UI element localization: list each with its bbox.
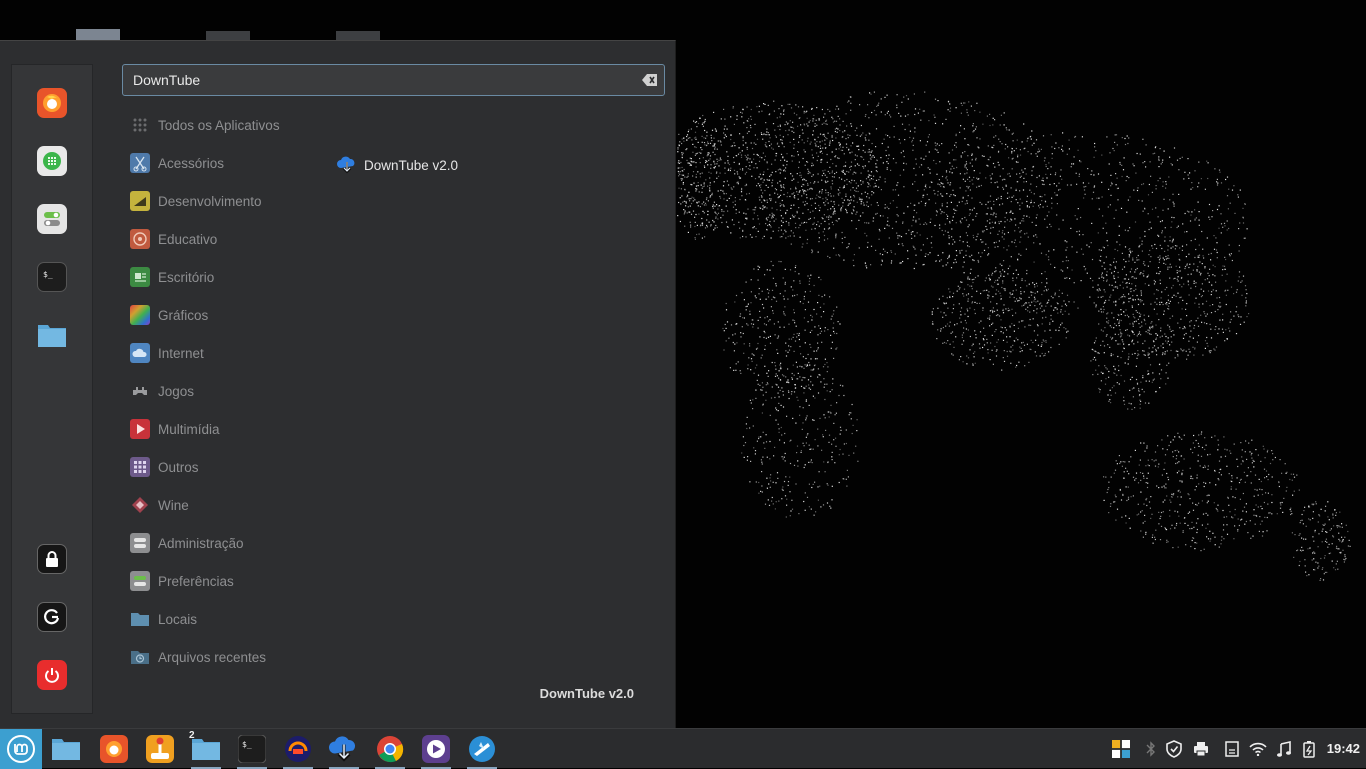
graphics-icon [130, 305, 150, 325]
category-label: Jogos [158, 383, 195, 399]
mint-logo-icon [7, 735, 35, 763]
folder-icon [130, 609, 150, 629]
category-other[interactable]: Outros [130, 454, 199, 480]
category-games[interactable]: Jogos [130, 378, 194, 404]
category-education[interactable]: Educativo [130, 226, 217, 252]
category-label: Administração [158, 535, 244, 551]
lock-icon[interactable] [37, 544, 67, 574]
taskbar-panel: 2 $_ 19:42 [0, 728, 1366, 769]
media-player-icon [422, 735, 450, 763]
recent-folder-icon [130, 647, 150, 667]
audacity-icon [285, 736, 311, 762]
category-label: Escritório [158, 269, 215, 285]
category-label: Gráficos [158, 307, 209, 323]
files-icon [52, 739, 80, 760]
terminal-icon[interactable]: $_ [37, 262, 67, 292]
gamepad-icon [130, 381, 150, 401]
other-icon [130, 457, 150, 477]
taskbar-terminal[interactable]: $_ [236, 733, 268, 769]
calculator-icon[interactable] [37, 146, 67, 176]
favorites-sidebar: $_ [11, 64, 93, 714]
category-all-applications[interactable]: Todos os Aplicativos [130, 112, 280, 138]
taskbar-firefox[interactable] [98, 733, 130, 765]
category-label: Internet [158, 345, 204, 361]
category-development[interactable]: Desenvolvimento [130, 188, 262, 214]
chrome-icon [377, 736, 404, 763]
scissors-icon [130, 153, 150, 173]
search-input[interactable] [133, 65, 633, 95]
category-recent-files[interactable]: Arquivos recentes [130, 644, 266, 670]
category-label: Multimídia [158, 421, 220, 437]
clock[interactable]: 19:42 [1327, 741, 1360, 756]
category-wine[interactable]: Wine [130, 492, 189, 518]
cloud-icon [130, 343, 150, 363]
workspace-1-indicator[interactable] [76, 29, 120, 40]
logout-icon[interactable] [37, 602, 67, 632]
menu-button[interactable] [0, 729, 42, 769]
taskbar-joystick[interactable] [144, 733, 176, 765]
category-preferences[interactable]: Preferências [130, 568, 234, 594]
category-places[interactable]: Locais [130, 606, 197, 632]
category-office[interactable]: Escritório [130, 264, 214, 290]
workspace-2-indicator[interactable] [206, 31, 250, 40]
office-icon [130, 267, 150, 287]
notes-icon[interactable] [1223, 740, 1241, 758]
downtube-icon [329, 736, 356, 762]
power-icon[interactable] [37, 660, 67, 690]
battery-icon[interactable] [1300, 740, 1318, 758]
firefox-icon[interactable] [37, 88, 67, 118]
shield-icon[interactable] [1165, 740, 1183, 758]
bluetooth-icon[interactable] [1142, 740, 1160, 758]
category-label: Locais [158, 611, 198, 627]
category-label: Preferências [158, 573, 234, 589]
category-administration[interactable]: Administração [130, 530, 244, 556]
category-label: Educativo [158, 231, 218, 247]
search-field[interactable] [122, 64, 665, 96]
wrench-icon [130, 191, 150, 211]
taskbar-downtube[interactable] [328, 733, 360, 769]
settings-toggle-icon[interactable] [37, 204, 67, 234]
category-internet[interactable]: Internet [130, 340, 204, 366]
play-icon [130, 419, 150, 439]
wifi-icon[interactable] [1249, 740, 1267, 758]
application-menu: $_ Todos os Aplicativos Acessórios Desen… [0, 40, 676, 728]
files-icon[interactable] [37, 320, 67, 350]
selected-app-description: DownTube v2.0 [539, 686, 634, 701]
category-label: Arquivos recentes [158, 649, 267, 665]
category-label: Acessórios [158, 155, 225, 171]
education-icon [130, 229, 150, 249]
browser-icon [469, 736, 495, 762]
joystick-icon [146, 735, 174, 763]
search-result-downtube[interactable]: DownTube v2.0 [337, 153, 458, 177]
taskbar-audacity[interactable] [282, 733, 314, 769]
result-label: DownTube v2.0 [364, 157, 459, 173]
printer-icon[interactable] [1192, 740, 1210, 758]
category-label: Todos os Aplicativos [158, 117, 280, 133]
workspace-3-indicator[interactable] [336, 31, 380, 40]
category-graphics[interactable]: Gráficos [130, 302, 208, 328]
window-count-badge: 2 [189, 730, 195, 741]
wine-icon [130, 495, 150, 515]
category-label: Outros [158, 459, 199, 475]
taskbar-chrome[interactable] [374, 733, 406, 769]
category-label: Wine [158, 497, 189, 513]
workspace-switcher-icon[interactable] [1112, 740, 1130, 758]
clear-search-icon[interactable] [642, 73, 658, 87]
taskbar-files[interactable] [50, 733, 82, 765]
preferences-icon [130, 571, 150, 591]
firefox-icon [100, 735, 128, 763]
downtube-icon [337, 156, 355, 174]
admin-toggle-icon [130, 533, 150, 553]
terminal-icon: $_ [238, 735, 266, 763]
files-icon [192, 739, 220, 760]
taskbar-browser[interactable] [466, 733, 498, 769]
grid-icon [130, 115, 150, 135]
sound-icon[interactable] [1275, 740, 1293, 758]
category-label: Desenvolvimento [158, 193, 262, 209]
category-accessories[interactable]: Acessórios [130, 150, 224, 176]
taskbar-media-player[interactable] [420, 733, 452, 769]
category-multimedia[interactable]: Multimídia [130, 416, 220, 442]
